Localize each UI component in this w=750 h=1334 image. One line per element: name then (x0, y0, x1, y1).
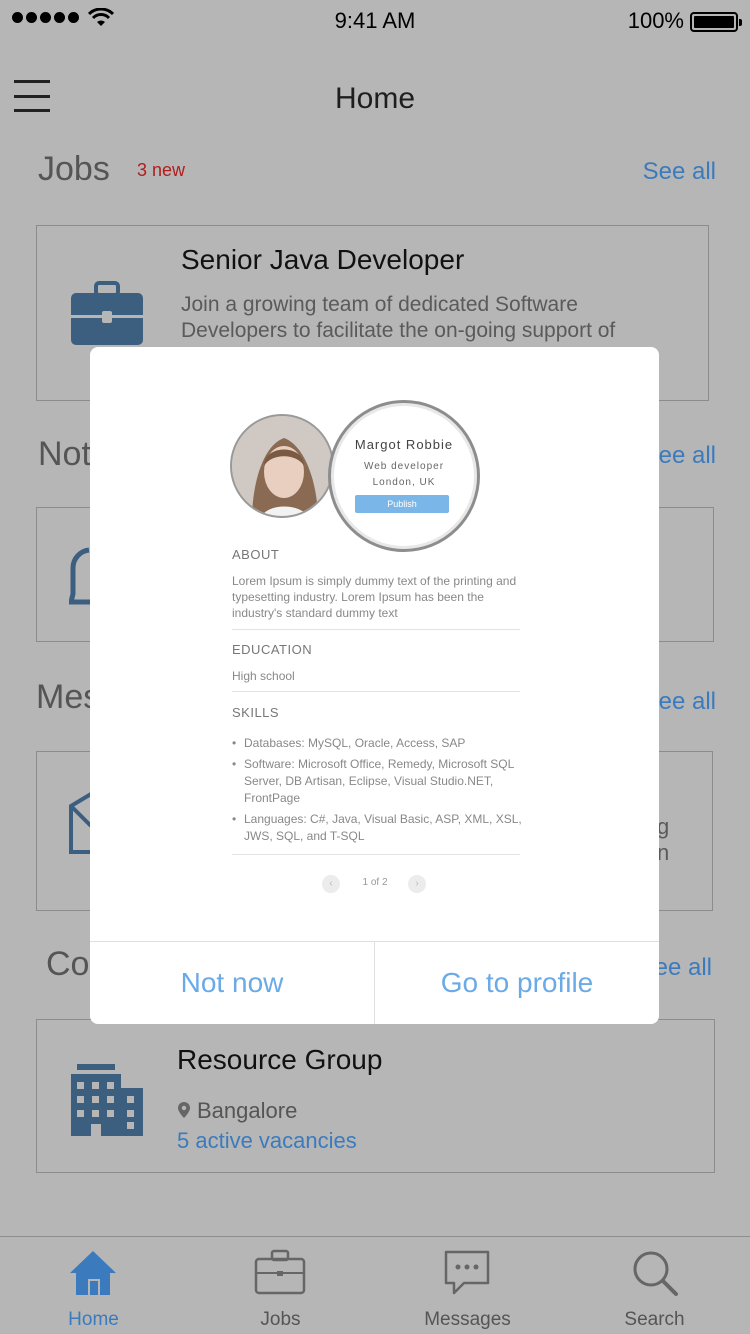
about-text: Lorem Ipsum is simply dummy text of the … (232, 574, 517, 620)
job-description-line1: Join a growing team of dedicated Softwar… (181, 293, 578, 316)
go-to-profile-button[interactable]: Go to profile (375, 942, 659, 1024)
pager-prev-icon[interactable]: ‹ (322, 875, 340, 893)
location-pin-icon (178, 1102, 190, 1118)
pager: ‹ 1 of 2 › (320, 873, 430, 893)
skills-list: Databases: MySQL, Oracle, Access, SAP So… (232, 735, 522, 849)
tab-bar: Home Jobs Messages Search (0, 1236, 750, 1334)
tab-label-jobs: Jobs (260, 1309, 301, 1330)
page-title: Home (334, 82, 416, 115)
skills-heading: SKILLS (232, 705, 280, 720)
tab-label-messages: Messages (424, 1309, 511, 1330)
about-heading: ABOUT (232, 547, 280, 562)
skill-item: Languages: C#, Java, Visual Basic, ASP, … (232, 811, 522, 845)
divider (232, 854, 520, 855)
home-icon (70, 1251, 116, 1295)
job-title: Senior Java Developer (181, 244, 465, 275)
profile-modal: Margot Robbie Web developer London, UK P… (90, 347, 659, 1024)
skill-item: Software: Microsoft Office, Remedy, Micr… (232, 756, 522, 807)
profile-role: Web developer (363, 461, 445, 472)
jobs-section-title: Jobs (38, 150, 110, 188)
company-card[interactable]: Resource Group Bangalore 5 active vacanc… (36, 1019, 715, 1173)
companies-section-title: Co (46, 945, 90, 983)
battery-icon (690, 12, 742, 32)
notifications-section-title: Not (38, 435, 91, 473)
pager-label: 1 of 2 (362, 877, 388, 888)
profile-location: London, UK (372, 477, 436, 488)
status-bar: 9:41 AM 100% (0, 0, 750, 40)
tab-search[interactable]: Search (561, 1237, 748, 1334)
skill-item: Databases: MySQL, Oracle, Access, SAP (232, 735, 522, 752)
briefcase-icon (71, 281, 143, 345)
company-vacancies-link[interactable]: 5 active vacancies (177, 1128, 357, 1154)
profile-name: Margot Robbie (354, 437, 454, 452)
job-description-line2: Developers to facilitate the on-going su… (181, 319, 616, 342)
chat-icon (444, 1250, 490, 1295)
profile-info-circle: Margot Robbie Web developer London, UK P… (328, 400, 480, 552)
battery-percentage: 100% (627, 8, 684, 33)
jobs-new-badge: 3 new (137, 160, 186, 180)
divider (232, 691, 520, 692)
building-icon (71, 1064, 143, 1136)
company-name: Resource Group (177, 1044, 383, 1075)
profile-avatar (230, 414, 334, 518)
company-location: Bangalore (197, 1098, 298, 1123)
education-heading: EDUCATION (232, 642, 313, 657)
tab-label-search: Search (624, 1309, 685, 1330)
tab-jobs[interactable]: Jobs (187, 1237, 374, 1334)
briefcase-icon (254, 1249, 306, 1295)
jobs-see-all-link[interactable]: See all (643, 158, 716, 186)
tab-home[interactable]: Home (0, 1237, 187, 1334)
not-now-button[interactable]: Not now (90, 942, 374, 1024)
pager-next-icon[interactable]: › (408, 875, 426, 893)
search-icon (633, 1251, 678, 1296)
nav-bar: Home (0, 60, 750, 140)
tab-label-home: Home (68, 1309, 119, 1330)
divider (232, 629, 520, 630)
tab-messages[interactable]: Messages (374, 1237, 561, 1334)
publish-button[interactable]: Publish (355, 495, 449, 513)
education-text: High school (232, 669, 295, 683)
